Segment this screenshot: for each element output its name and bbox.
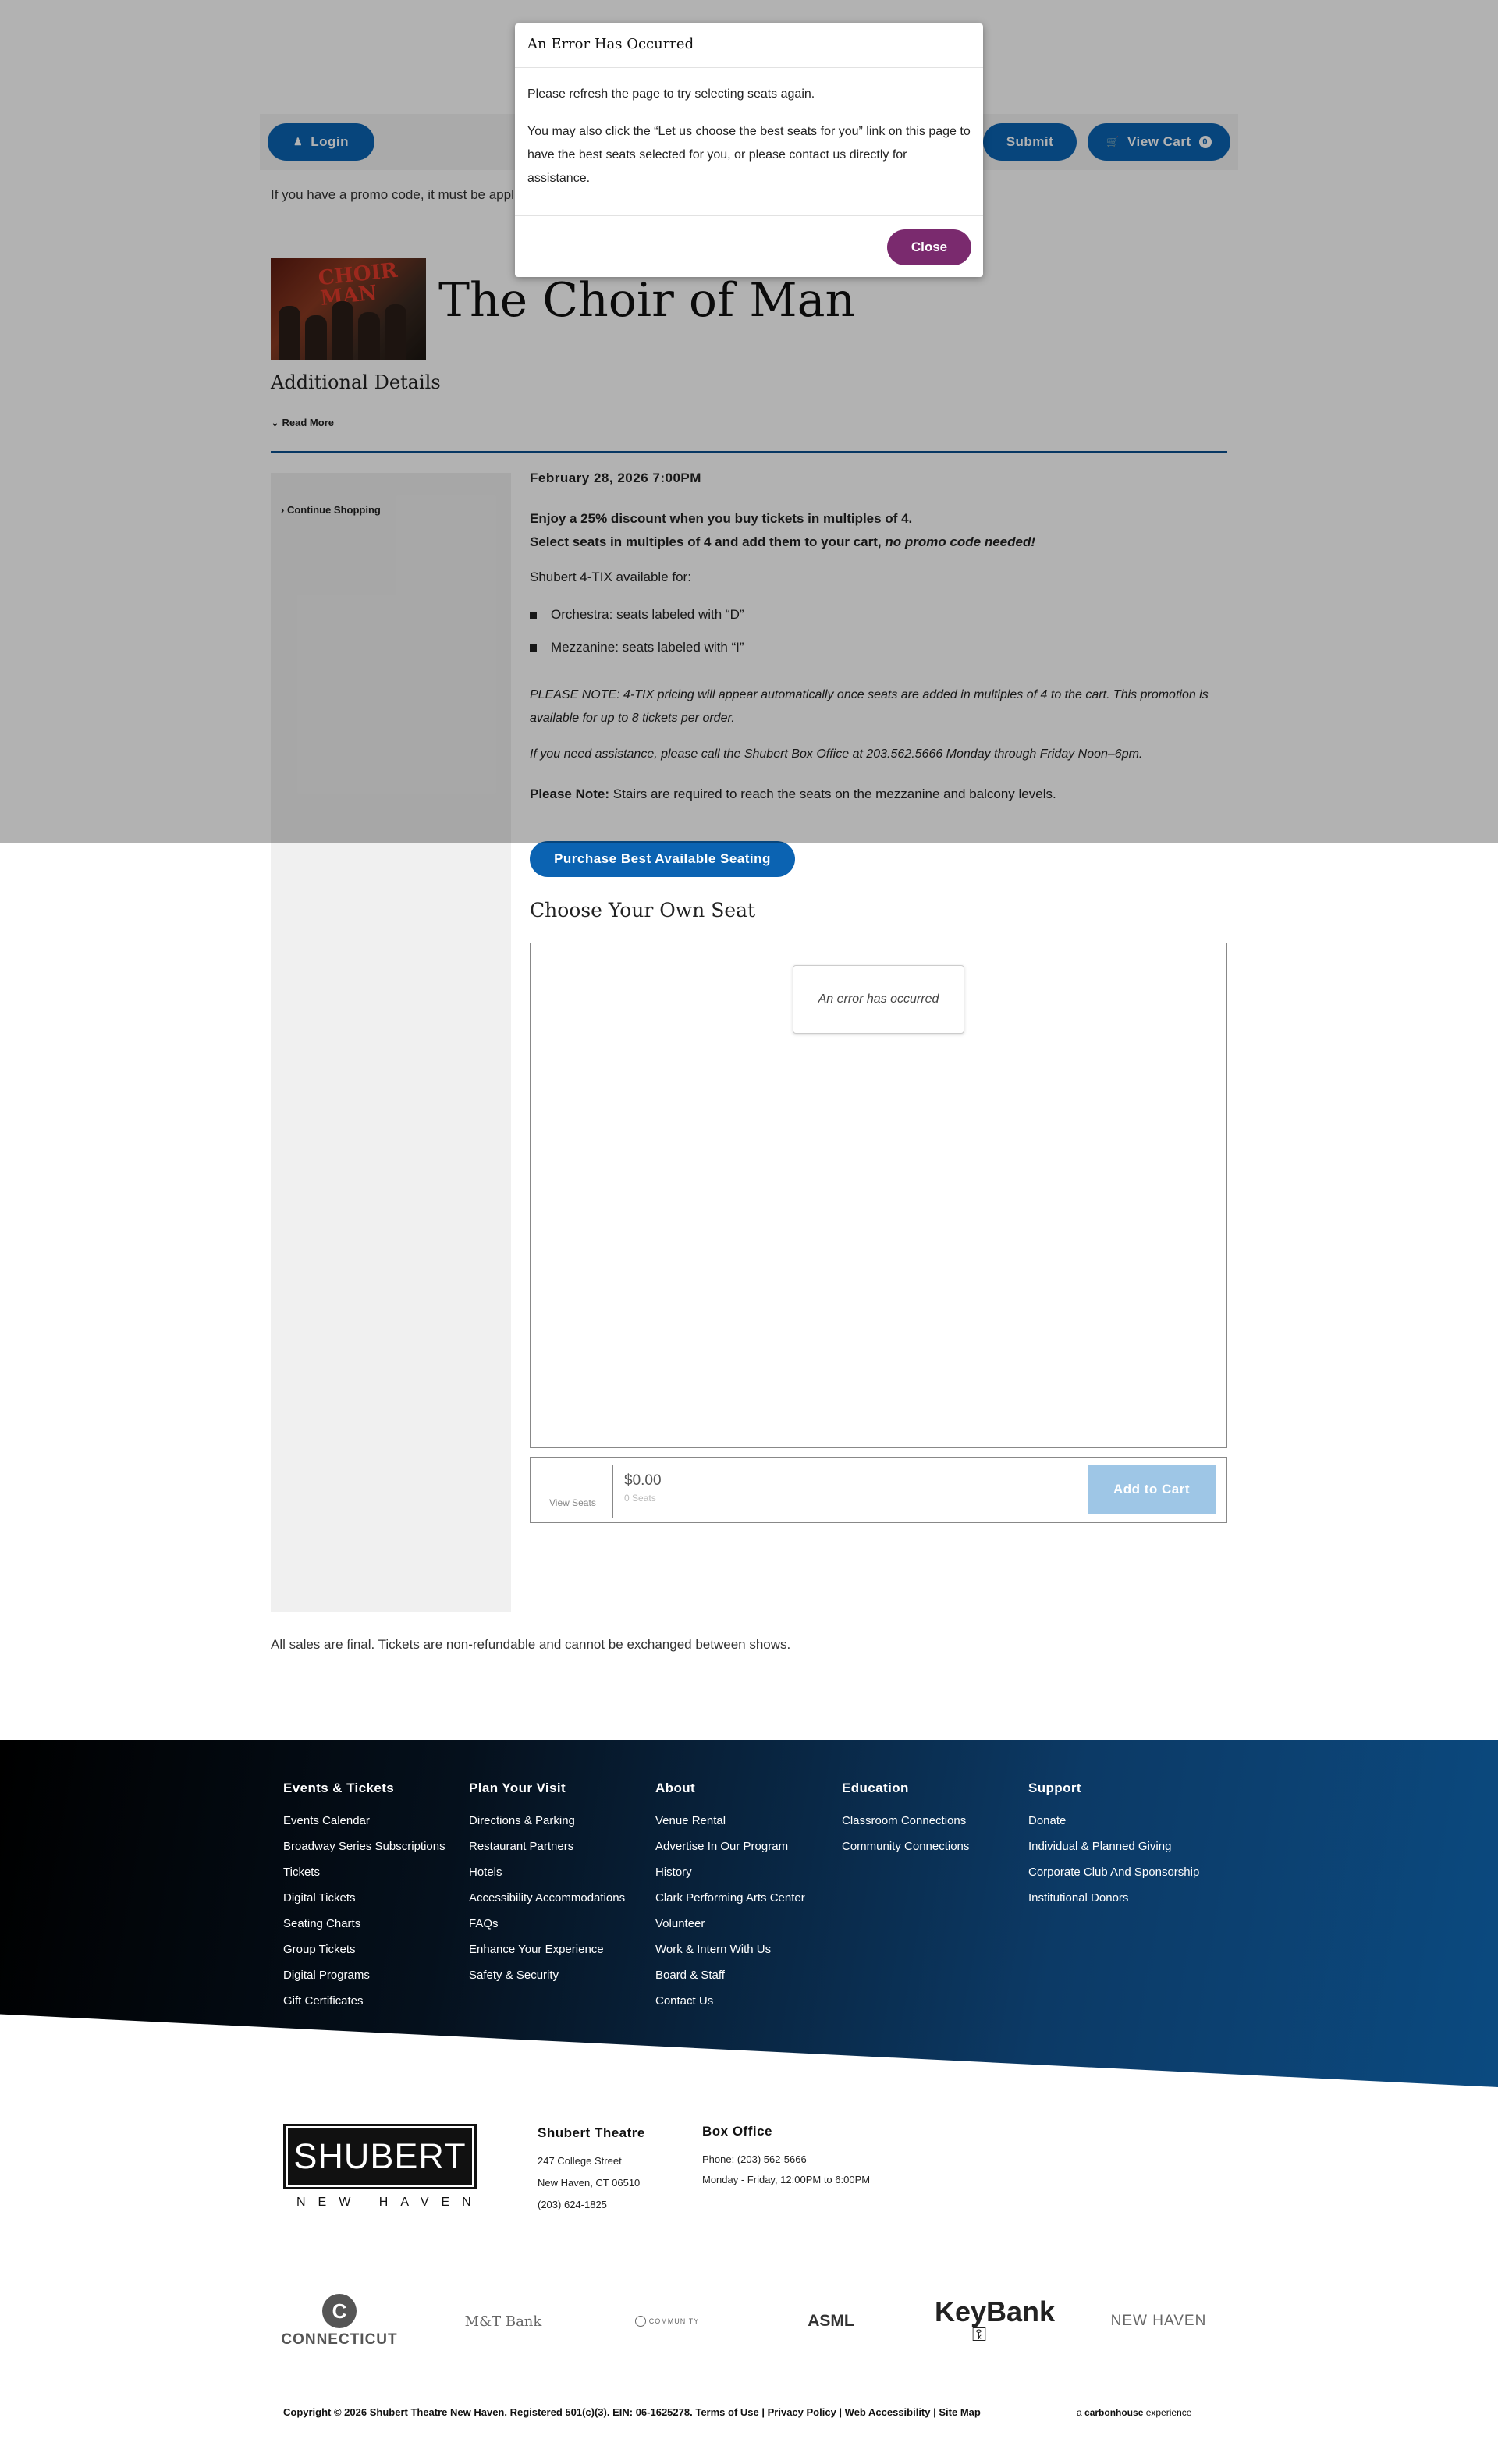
connecticut-logo-icon: C (322, 2294, 357, 2328)
cart-seat-count: 0 Seats (624, 1493, 656, 1504)
footer-heading: Support (1028, 1781, 1081, 1795)
theatre-phone[interactable]: (203) 624-1825 (538, 2199, 607, 2210)
footer-link[interactable]: Advertise In Our Program (655, 1839, 805, 1855)
footer-col-events: Events & Tickets Events Calendar Broadwa… (283, 1781, 445, 2019)
modal-divider (515, 215, 983, 216)
seat-map-error: An error has occurred (793, 965, 964, 1034)
footer-link[interactable]: Community Connections (842, 1839, 969, 1855)
footer-link[interactable]: Accessibility Accommodations (469, 1891, 625, 1906)
theatre-heading: Shubert Theatre (538, 2125, 645, 2140)
footer-link[interactable]: Tickets (283, 1865, 445, 1880)
modal-body-1: Please refresh the page to try selecting… (527, 87, 815, 101)
modal-close-button[interactable]: Close (887, 229, 971, 265)
footer-link[interactable]: Restaurant Partners (469, 1839, 625, 1855)
carbonhouse-credit[interactable]: a carbonhouse experience (1077, 2407, 1191, 2418)
footer-col-education: Education Classroom Connections Communit… (842, 1781, 969, 1865)
footer-link[interactable]: Donate (1028, 1813, 1200, 1829)
sponsor-community-text: COMMUNITY (648, 2317, 700, 2325)
modal-body-2: You may also click the “Let us choose th… (527, 125, 971, 185)
sponsor-asml[interactable]: ASML (788, 2290, 874, 2352)
sponsor-connecticut-text: CONNECTICUT (281, 2331, 398, 2348)
sitemap-link[interactable]: Site Map (939, 2406, 980, 2418)
footer-col-support: Support Donate Individual & Planned Givi… (1028, 1781, 1200, 1916)
footer-col-about: About Venue Rental Advertise In Our Prog… (655, 1781, 805, 2019)
logo-main: SHUBERT (288, 2128, 472, 2185)
accessibility-link[interactable]: Web Accessibility (845, 2406, 931, 2418)
logo-sub: NEW HAVEN (296, 2196, 484, 2209)
sponsor-keybank[interactable]: KeyBank ⚿ (921, 2290, 1069, 2352)
footer-link[interactable]: Group Tickets (283, 1942, 445, 1958)
footer-link[interactable]: Classroom Connections (842, 1813, 969, 1829)
cart-divider (612, 1465, 613, 1518)
sponsor-mt-bank[interactable]: M&T Bank (453, 2290, 554, 2352)
box-office-heading: Box Office (702, 2124, 773, 2139)
footer-link[interactable]: Directions & Parking (469, 1813, 625, 1829)
theatre-address-1: 247 College Street (538, 2155, 622, 2167)
footer-heading: Education (842, 1781, 909, 1795)
footer-link[interactable]: Institutional Donors (1028, 1891, 1200, 1906)
best-available-label: Purchase Best Available Seating (554, 851, 771, 866)
footer-link[interactable]: Gift Certificates (283, 1994, 445, 2009)
cart-summary-bar: View Seats $0.00 0 Seats Add to Cart (530, 1457, 1227, 1523)
copyright: Copyright © 2026 Shubert Theatre New Hav… (283, 2406, 981, 2418)
footer-heading: Events & Tickets (283, 1781, 395, 1795)
footer-link[interactable]: Venue Rental (655, 1813, 805, 1829)
footer-link[interactable]: Board & Staff (655, 1968, 805, 1983)
footer-link[interactable]: Volunteer (655, 1916, 805, 1932)
footer-link[interactable]: Clark Performing Arts Center (655, 1891, 805, 1906)
privacy-link[interactable]: Privacy Policy (768, 2406, 836, 2418)
sales-final-note: All sales are final. Tickets are non-ref… (271, 1637, 791, 1652)
sponsor-community[interactable]: COMMUNITY (616, 2290, 718, 2352)
box-office-hours: Monday - Friday, 12:00PM to 6:00PM (702, 2174, 871, 2185)
footer-link[interactable]: Safety & Security (469, 1968, 625, 1983)
theatre-address-2: New Haven, CT 06510 (538, 2177, 641, 2189)
box-office-phone[interactable]: Phone: (203) 562-5666 (702, 2153, 807, 2165)
copyright-text: Copyright © 2026 Shubert Theatre New Hav… (283, 2406, 693, 2418)
footer-link[interactable]: Broadway Series Subscriptions (283, 1839, 445, 1855)
footer-link[interactable]: Corporate Club And Sponsorship (1028, 1865, 1200, 1880)
cart-price: $0.00 (624, 1472, 662, 1489)
footer-link[interactable]: Digital Programs (283, 1968, 445, 1983)
footer-link[interactable]: FAQs (469, 1916, 625, 1932)
footer-link[interactable]: Seating Charts (283, 1916, 445, 1932)
key-icon: ⚿ (971, 2324, 987, 2345)
footer-heading: Plan Your Visit (469, 1781, 566, 1795)
footer-link[interactable]: Work & Intern With Us (655, 1942, 805, 1958)
terms-link[interactable]: Terms of Use (695, 2406, 758, 2418)
footer-link[interactable]: History (655, 1865, 805, 1880)
seat-map[interactable]: An error has occurred (530, 943, 1227, 1448)
modal-divider (515, 67, 983, 68)
footer-heading: About (655, 1781, 696, 1795)
error-modal: An Error Has Occurred Please refresh the… (515, 23, 983, 277)
shubert-logo[interactable]: SHUBERT (283, 2124, 477, 2189)
carbonhouse-post: experience (1143, 2407, 1192, 2418)
add-to-cart-button[interactable]: Add to Cart (1088, 1465, 1216, 1514)
modal-title: An Error Has Occurred (527, 36, 694, 52)
best-available-button[interactable]: Purchase Best Available Seating (530, 841, 795, 877)
footer-link[interactable]: Enhance Your Experience (469, 1942, 625, 1958)
footer-link[interactable]: Hotels (469, 1865, 625, 1880)
carbonhouse-brand: carbonhouse (1084, 2407, 1144, 2418)
community-logo-icon (634, 2316, 646, 2327)
sponsor-keybank-text: KeyBank (934, 2295, 1056, 2327)
choose-seat-heading: Choose Your Own Seat (530, 899, 756, 921)
carbonhouse-pre: a (1077, 2407, 1085, 2418)
footer-link[interactable]: Contact Us (655, 1994, 805, 2009)
view-seats-link[interactable]: View Seats (549, 1497, 596, 1508)
sponsor-connecticut[interactable]: C CONNECTICUT (269, 2290, 410, 2352)
footer-link[interactable]: Events Calendar (283, 1813, 445, 1829)
footer-link[interactable]: Individual & Planned Giving (1028, 1839, 1200, 1855)
footer-link[interactable]: Digital Tickets (283, 1891, 445, 1906)
sponsor-new-haven[interactable]: NEW HAVEN (1092, 2290, 1225, 2352)
footer-col-plan: Plan Your Visit Directions & Parking Res… (469, 1781, 625, 1994)
